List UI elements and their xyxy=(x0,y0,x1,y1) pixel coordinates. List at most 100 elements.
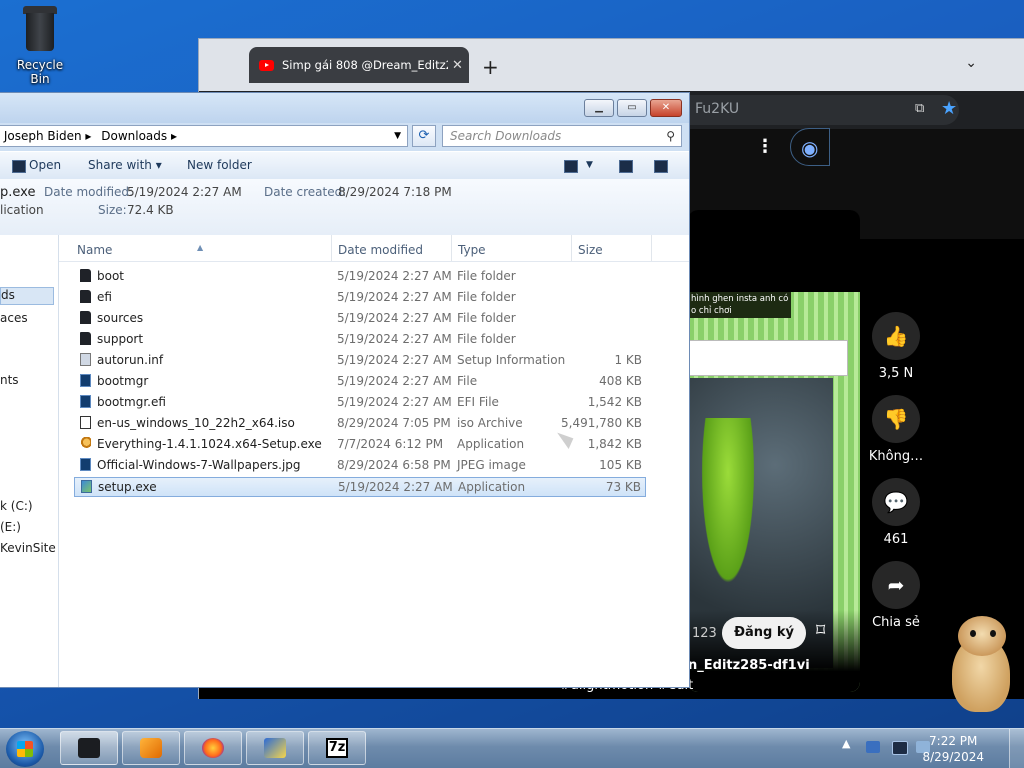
hamster-desktop-pet[interactable] xyxy=(946,612,1018,716)
thumbs-down-icon[interactable]: 👎 xyxy=(872,395,920,443)
recycle-bin-label: Recycle Bin xyxy=(16,58,64,86)
more-options-icon[interactable]: ⋮ xyxy=(756,136,774,157)
recycle-bin-desktop-icon[interactable]: Recycle Bin xyxy=(6,6,74,86)
account-icon[interactable]: ◉ xyxy=(790,128,830,166)
file-row[interactable]: Official-Windows-7-Wallpapers.jpg 8/29/20… xyxy=(74,456,646,476)
app-file-icon xyxy=(80,458,91,471)
file-name: autorun.inf xyxy=(97,353,164,367)
nav-item-local-disk-c[interactable]: k (C:) xyxy=(0,499,33,513)
file-type: Setup Information xyxy=(457,353,566,367)
file-row[interactable]: bootmgr 5/19/2024 2:27 AM File 408 KB xyxy=(74,372,646,392)
short-video-player[interactable]: hình ghen insta anh có o chỉ chơi 123 Đă… xyxy=(688,210,860,692)
file-size: 105 KB xyxy=(599,458,642,472)
tab-search-dropdown-icon[interactable]: ⌄ xyxy=(965,55,977,71)
new-tab-button[interactable]: + xyxy=(482,55,499,79)
comment-action[interactable]: 💬 461 xyxy=(866,478,926,547)
change-view-icon[interactable] xyxy=(564,160,578,173)
taskbar-media-player[interactable] xyxy=(122,731,180,765)
help-icon[interactable] xyxy=(654,160,668,173)
file-type: File folder xyxy=(457,269,516,283)
minimize-button[interactable]: ▁ xyxy=(584,99,614,117)
comment-icon[interactable]: 💬 xyxy=(872,478,920,526)
subscribe-button[interactable]: Đăng ký xyxy=(722,617,806,649)
new-folder-button[interactable]: New folder xyxy=(187,158,252,172)
explorer-search-input[interactable]: Search Downloads ⚲ xyxy=(442,125,682,147)
tab-strip: Simp gái 808 @Dream_Editz285 ✕ + ⌄ xyxy=(199,39,1024,91)
show-desktop-button[interactable] xyxy=(1009,729,1024,768)
show-hidden-icons-icon[interactable]: ▲ xyxy=(842,737,850,750)
column-size[interactable]: Size xyxy=(578,243,603,257)
address-breadcrumb[interactable]: Joseph Biden ▸ Downloads ▸ ▼ xyxy=(0,125,408,147)
nav-item-kevinsite[interactable]: KevinSite xyxy=(0,541,56,555)
open-button[interactable]: Open xyxy=(29,158,61,172)
column-date-modified[interactable]: Date modified xyxy=(338,243,423,257)
refresh-icon[interactable]: ⟳ xyxy=(412,125,436,147)
column-type[interactable]: Type xyxy=(458,243,486,257)
close-button[interactable]: ✕ xyxy=(650,99,682,117)
taskbar-firefox[interactable] xyxy=(184,731,242,765)
taskbar-explorer[interactable] xyxy=(60,731,118,765)
tab-youtube-short[interactable]: Simp gái 808 @Dream_Editz285 ✕ xyxy=(249,47,469,83)
nav-item-downloads[interactable]: ds xyxy=(0,287,54,305)
view-dropdown-icon[interactable]: ▼ xyxy=(586,160,593,170)
taskbar-7zip[interactable]: 7z xyxy=(308,731,366,765)
tab-close-icon[interactable]: ✕ xyxy=(452,58,463,73)
file-list: ▲ Name Date modified Type Size boot 5/19/… xyxy=(59,235,689,687)
details-filename: p.exe xyxy=(0,185,36,200)
file-date-modified: 8/29/2024 7:05 PM xyxy=(337,416,451,430)
start-button[interactable] xyxy=(6,731,44,767)
file-date-modified: 5/19/2024 2:27 AM xyxy=(337,353,452,367)
file-size: 1,842 KB xyxy=(587,437,642,451)
nav-item-recent-places[interactable]: aces xyxy=(0,311,28,325)
file-name: bootmgr.efi xyxy=(97,395,166,409)
column-name[interactable]: Name xyxy=(77,243,112,257)
like-count: 3,5 N xyxy=(878,366,914,381)
file-size: 408 KB xyxy=(599,374,642,388)
file-date-modified: 5/19/2024 2:27 AM xyxy=(337,374,452,388)
short-count-fragment: 123 xyxy=(692,626,717,641)
breadcrumb-item-downloads[interactable]: Downloads ▸ xyxy=(101,126,177,146)
dislike-action[interactable]: 👎 Không… xyxy=(866,395,926,464)
file-date-modified: 5/19/2024 2:27 AM xyxy=(337,311,452,325)
save-bookmark-icon[interactable]: ⌑ xyxy=(816,620,825,641)
setup-file-icon xyxy=(81,480,92,493)
file-name: support xyxy=(97,332,144,346)
search-icon: ⚲ xyxy=(666,129,675,143)
channel-name[interactable]: n_Editz285-df1vi xyxy=(688,658,810,673)
file-row[interactable]: setup.exe 5/19/2024 2:27 AM Application 73 … xyxy=(74,477,646,497)
breadcrumb-item-user[interactable]: Joseph Biden ▸ xyxy=(0,126,92,146)
address-dropdown-icon[interactable]: ▼ xyxy=(394,126,401,146)
share-with-button[interactable]: Share with ▾ xyxy=(88,158,162,172)
share-action[interactable]: ➦ Chia sẻ xyxy=(866,561,926,630)
tray-app-icon[interactable] xyxy=(866,741,880,753)
thumbs-up-icon[interactable]: 👍 xyxy=(872,312,920,360)
short-actions: 👍 3,5 N 👎 Không… 💬 461 ➦ Chia sẻ xyxy=(866,312,926,644)
clock-date: 8/29/2024 xyxy=(922,750,984,764)
clock-time: 7:22 PM xyxy=(929,734,978,748)
file-row[interactable]: boot 5/19/2024 2:27 AM File folder xyxy=(74,267,646,287)
like-action[interactable]: 👍 3,5 N xyxy=(866,312,926,381)
file-row[interactable]: autorun.inf 5/19/2024 2:27 AM Setup Inform… xyxy=(74,351,646,371)
file-row[interactable]: bootmgr.efi 5/19/2024 2:27 AM EFI File 1,54… xyxy=(74,393,646,413)
cast-icon[interactable]: ⧉ xyxy=(915,101,924,116)
command-bar: Open Share with ▾ New folder ▼ xyxy=(0,151,689,181)
maximize-button[interactable]: ▭ xyxy=(617,99,647,117)
nav-item-drive-e[interactable]: (E:) xyxy=(0,520,21,534)
file-row[interactable]: efi 5/19/2024 2:27 AM File folder xyxy=(74,288,646,308)
recycle-bin-icon xyxy=(22,6,58,52)
file-row[interactable]: support 5/19/2024 2:27 AM File folder xyxy=(74,330,646,350)
taskbar-shield-app[interactable] xyxy=(246,731,304,765)
nav-item-documents[interactable]: nts xyxy=(0,373,19,387)
explorer-window: ▁ ▭ ✕ Joseph Biden ▸ Downloads ▸ ▼ ⟳ Sea… xyxy=(0,92,690,688)
network-icon[interactable] xyxy=(892,741,908,755)
share-icon[interactable]: ➦ xyxy=(872,561,920,609)
file-type: File folder xyxy=(457,290,516,304)
file-row[interactable]: sources 5/19/2024 2:27 AM File folder xyxy=(74,309,646,329)
preview-pane-icon[interactable] xyxy=(619,160,633,173)
system-clock[interactable]: 7:22 PM 8/29/2024 xyxy=(922,733,984,765)
bookmark-star-icon[interactable]: ★ xyxy=(941,98,957,119)
file-type: iso Archive xyxy=(457,416,523,430)
file-name: Official-Windows-7-Wallpapers.jpg xyxy=(97,458,301,472)
share-label: Chia sẻ xyxy=(872,615,920,630)
explorer-title-bar[interactable]: ▁ ▭ ✕ xyxy=(0,93,689,123)
